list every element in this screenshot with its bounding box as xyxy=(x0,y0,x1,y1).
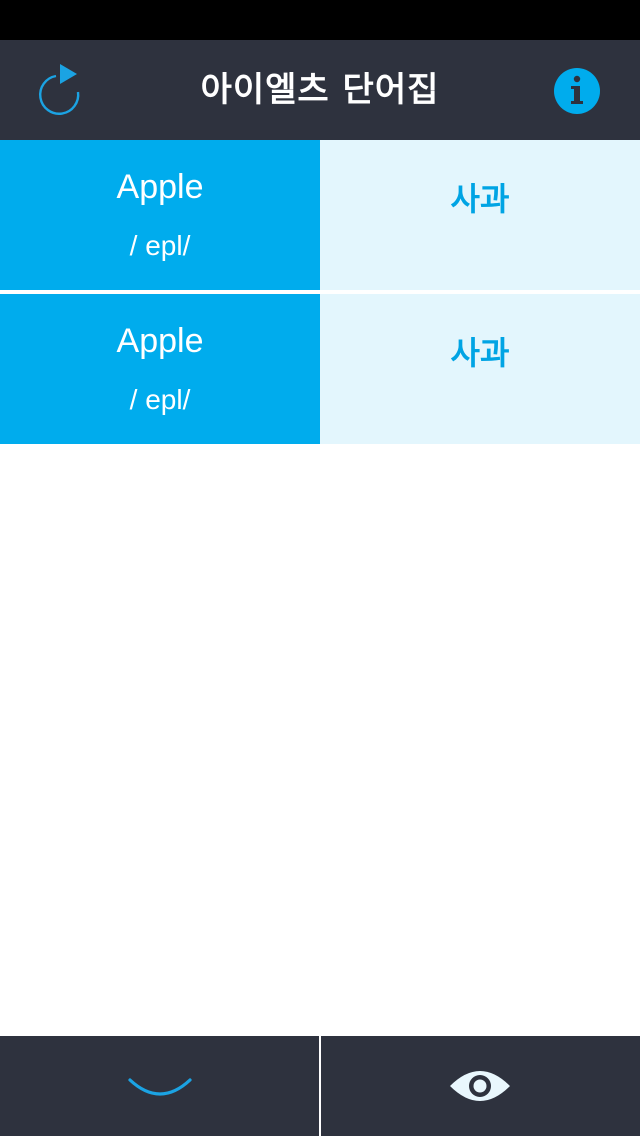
english-word: Apple xyxy=(116,322,204,360)
word-list: Apple / epl/ 사과 Apple / epl/ 사과 xyxy=(0,140,640,444)
korean-meaning: 사과 xyxy=(450,180,510,218)
bottom-tab-bar xyxy=(0,1036,640,1136)
eye-icon xyxy=(450,1071,510,1101)
word-row[interactable]: Apple / epl/ 사과 xyxy=(0,294,640,444)
page-title: 아이엘츠 단어집 xyxy=(200,70,440,110)
pronunciation: / epl/ xyxy=(129,230,191,261)
navigation-bar: 아이엘츠 단어집 xyxy=(0,40,640,140)
english-word: Apple xyxy=(116,168,204,206)
meaning-cell[interactable]: 사과 xyxy=(320,140,640,290)
pronunciation: / epl/ xyxy=(129,384,191,415)
korean-meaning: 사과 xyxy=(450,334,510,372)
info-icon xyxy=(554,68,600,114)
word-row[interactable]: Apple / epl/ 사과 xyxy=(0,140,640,290)
word-cell[interactable]: Apple / epl/ xyxy=(0,294,320,444)
status-bar xyxy=(0,0,640,40)
info-button[interactable] xyxy=(552,66,602,116)
meaning-cell[interactable]: 사과 xyxy=(320,294,640,444)
smile-tab-button[interactable] xyxy=(0,1036,319,1136)
smile-icon xyxy=(128,1078,192,1096)
word-cell[interactable]: Apple / epl/ xyxy=(0,140,320,290)
eye-tab-button[interactable] xyxy=(321,1036,640,1136)
